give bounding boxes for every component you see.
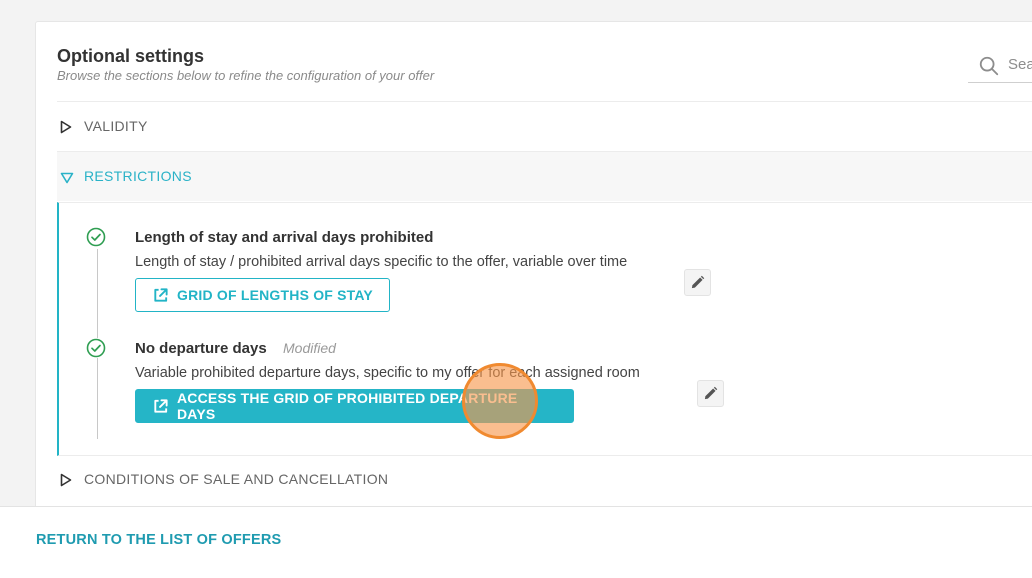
external-link-icon — [154, 287, 168, 302]
pencil-icon — [691, 275, 705, 289]
search-icon — [979, 56, 999, 76]
edit-length-of-stay-button[interactable] — [684, 269, 711, 296]
search-input[interactable] — [1008, 56, 1032, 73]
item-title: Length of stay and arrival days prohibit… — [135, 229, 434, 246]
section-label: CONDITIONS OF SALE AND CANCELLATION — [84, 471, 389, 487]
edit-no-departure-days-button[interactable] — [697, 380, 724, 407]
return-to-offers-link[interactable]: RETURN TO THE LIST OF OFFERS — [36, 532, 281, 548]
item-title: No departure days — [135, 340, 267, 357]
caret-right-icon — [60, 120, 72, 134]
caret-down-icon — [60, 172, 74, 184]
external-link-icon — [154, 398, 168, 413]
optional-settings-card: Optional settings Browse the sections be… — [35, 21, 1032, 513]
item-description: Length of stay / prohibited arrival days… — [135, 254, 628, 270]
grid-lengths-of-stay-button[interactable]: GRID OF LENGTHS OF STAY — [135, 278, 390, 312]
item-description: Variable prohibited departure days, spec… — [135, 365, 640, 381]
check-circle-icon — [86, 227, 106, 247]
section-restrictions[interactable]: RESTRICTIONS — [57, 151, 1032, 201]
section-label: VALIDITY — [84, 118, 148, 134]
click-cursor-indicator — [462, 363, 538, 439]
search-box[interactable] — [968, 52, 1032, 83]
check-circle-icon — [86, 338, 106, 358]
restrictions-panel: Length of stay and arrival days prohibit… — [57, 202, 1032, 456]
modified-badge: Modified — [283, 340, 336, 356]
section-validity[interactable]: VALIDITY — [57, 101, 1032, 151]
button-label: GRID OF LENGTHS OF STAY — [177, 287, 373, 303]
caret-right-icon — [60, 473, 72, 487]
footer-bar: RETURN TO THE LIST OF OFFERS — [0, 506, 1032, 578]
pencil-icon — [704, 386, 718, 400]
page-subtitle: Browse the sections below to refine the … — [57, 68, 435, 83]
page-title: Optional settings — [57, 46, 205, 66]
section-label: RESTRICTIONS — [84, 168, 192, 184]
section-conditions-of-sale[interactable]: CONDITIONS OF SALE AND CANCELLATION — [57, 455, 1032, 504]
